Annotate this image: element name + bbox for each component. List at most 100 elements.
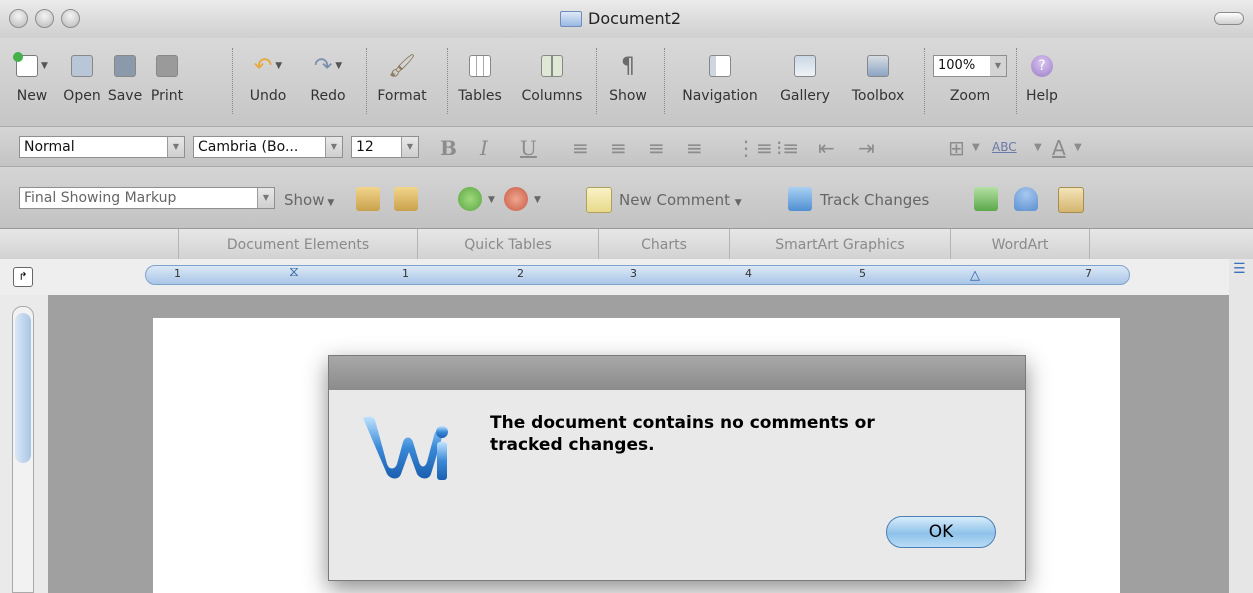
chevron-down-icon: ▼ [257,188,274,208]
font-size-combo[interactable]: 12 ▼ [351,136,419,158]
toolbar-separator [366,48,367,114]
dialog-message: The document contains no comments or tra… [490,412,950,456]
ruler-number: 2 [517,267,524,280]
borders-icon[interactable]: ⊞ [948,136,965,160]
standard-toolbar: ▼ New Open Save Print ↶ ▼ Undo ↷ ▼ Redo 🖌 … [0,38,1253,126]
font-value: Cambria (Bo... [198,139,299,155]
alert-dialog: The document contains no comments or tra… [328,355,1026,581]
toolbar-separator [232,48,233,114]
tables-label: Tables [458,88,502,104]
help-icon: ? [1031,55,1053,77]
zoom-window-button[interactable] [61,9,80,28]
zoom-label: Zoom [949,88,991,104]
bulleted-list-icon[interactable]: ⁝≡ [776,136,799,160]
chevron-down-icon[interactable]: ▼ [1074,142,1082,153]
help-button[interactable]: ? Help [1022,48,1062,104]
send-email-icon[interactable] [974,187,998,211]
tab-stop-selector[interactable]: ↱ [13,267,33,287]
close-window-button[interactable] [9,9,28,28]
numbered-list-icon[interactable]: ⋮≡ [736,136,773,160]
zoom-control[interactable]: 100% ▼ Zoom [930,48,1010,104]
reviewing-toolbar: Final Showing Markup ▼ Show ▼ ▼ ▼ New Co… [0,166,1253,229]
tab-quick-tables-label: Quick Tables [464,237,552,253]
align-left-icon[interactable]: ≡ [572,136,589,160]
toolbox-label: Toolbox [851,88,905,104]
reject-change-icon[interactable] [504,187,528,211]
chevron-down-icon[interactable]: ▼ [1034,142,1042,153]
markup-view-combo[interactable]: Final Showing Markup ▼ [19,187,275,209]
chevron-down-icon[interactable]: ▼ [972,142,980,153]
ruler-number: 3 [630,267,637,280]
new-button[interactable]: ▼ New [10,48,54,104]
view-toggle-icon[interactable]: ☰ [1233,261,1246,277]
font-color-icon[interactable]: A [1052,136,1066,160]
save-label: Save [107,88,143,104]
print-button[interactable]: Print [146,48,188,104]
columns-button[interactable]: Columns [514,48,590,104]
undo-button[interactable]: ↶ ▼ Undo [238,48,298,105]
ruler-number: 4 [745,267,752,280]
next-change-icon[interactable] [394,187,418,211]
redo-button[interactable]: ↷ ▼ Redo [302,48,354,105]
tab-charts[interactable]: Charts [598,229,729,259]
gallery-label: Gallery [780,88,830,104]
reviewing-pane-icon[interactable] [1058,187,1084,213]
style-combo[interactable]: Normal ▼ [19,136,185,158]
toolbar-separator [1016,48,1017,114]
minimize-window-button[interactable] [35,9,54,28]
highlight-icon[interactable]: ABC [992,140,1017,154]
toolbox-button[interactable]: Toolbox [840,48,916,104]
chevron-down-icon: ▼ [167,137,184,157]
new-comment-label: New Comment [619,191,730,209]
align-center-icon[interactable]: ≡ [610,136,627,160]
underline-icon[interactable]: U [520,136,537,160]
previous-change-icon[interactable] [356,187,380,211]
accept-change-icon[interactable] [458,187,482,211]
increase-indent-icon[interactable]: ⇥ [858,136,875,160]
dialog-message-line-2: tracked changes. [490,435,655,455]
gallery-button[interactable]: Gallery [772,48,838,104]
help-label: Help [1026,88,1058,104]
show-markup-menu[interactable]: Show ▼ [284,191,334,209]
justify-icon[interactable]: ≡ [686,136,703,160]
format-brush-icon: 🖌 [388,53,416,79]
track-changes-icon [788,187,812,211]
tab-document-elements[interactable]: Document Elements [178,229,417,259]
font-combo[interactable]: Cambria (Bo... ▼ [193,136,343,158]
chevron-down-icon[interactable]: ▼ [534,195,541,205]
tab-quick-tables[interactable]: Quick Tables [417,229,598,259]
italic-icon[interactable]: I [480,136,488,160]
undo-icon: ↶ [253,53,273,79]
vertical-ruler[interactable] [12,306,34,593]
chevron-down-icon[interactable]: ▼ [488,195,495,205]
align-right-icon[interactable]: ≡ [648,136,665,160]
decrease-indent-icon[interactable]: ⇤ [818,136,835,160]
tab-document-elements-label: Document Elements [226,237,370,253]
right-indent-marker[interactable]: △ [970,268,980,283]
tables-button[interactable]: Tables [452,48,508,104]
bold-icon[interactable]: B [440,136,457,160]
ok-button[interactable]: OK [886,516,996,548]
ruler-number: 1 [402,267,409,280]
first-line-indent-marker[interactable]: ⧖ [289,265,299,279]
track-changes-button[interactable]: Track Changes [820,191,929,209]
user-icon[interactable] [1014,187,1038,211]
show-button[interactable]: ¶ Show [600,48,656,105]
new-comment-button[interactable]: New Comment ▼ [619,191,742,209]
style-value: Normal [24,139,75,155]
toolbar-toggle-button[interactable] [1214,12,1244,25]
navigation-button[interactable]: Navigation [672,48,768,104]
zoom-combo[interactable]: 100% ▼ [933,55,1007,77]
ruler-number: 5 [859,267,866,280]
save-disk-icon [114,55,136,77]
title-bar: Document2 [0,0,1253,39]
horizontal-ruler[interactable]: 1 1 2 3 4 5 7 ⧖ △ [145,265,1130,285]
undo-label: Undo [249,88,287,104]
tab-wordart[interactable]: WordArt [950,229,1090,259]
format-button[interactable]: 🖌 Format [372,48,432,105]
open-button[interactable]: Open [60,48,104,104]
save-button[interactable]: Save [104,48,146,104]
open-folder-icon [71,55,93,77]
tab-smartart-graphics[interactable]: SmartArt Graphics [729,229,950,259]
print-label: Print [150,88,184,104]
